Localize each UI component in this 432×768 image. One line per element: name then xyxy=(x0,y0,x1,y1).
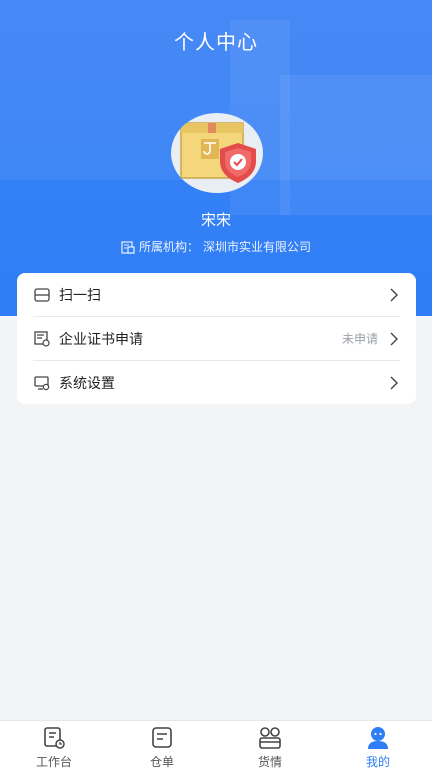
scan-card-icon xyxy=(33,286,51,304)
organization-label: 所属机构： xyxy=(138,240,199,254)
settings-monitor-icon xyxy=(33,374,51,392)
goods-status-icon xyxy=(257,725,283,751)
tab-workbench[interactable]: 工作台 xyxy=(0,721,108,768)
menu-item-scan[interactable]: 扫一扫 xyxy=(33,273,400,317)
username: 宋宋 xyxy=(200,211,231,229)
chevron-right-icon xyxy=(388,332,400,346)
avatar[interactable] xyxy=(171,113,263,193)
workbench-icon xyxy=(41,725,67,751)
page-title: 个人中心 xyxy=(174,30,258,54)
chevron-right-icon xyxy=(388,376,400,390)
profile-icon xyxy=(365,725,391,751)
header-decoration xyxy=(280,75,432,215)
menu-item-settings[interactable]: 系统设置 xyxy=(33,361,400,405)
bottom-tab-bar: 工作台 仓单 货情 我的 xyxy=(0,720,432,768)
menu-item-label: 扫一扫 xyxy=(59,287,101,304)
tab-profile[interactable]: 我的 xyxy=(324,721,432,768)
warehouse-receipt-icon xyxy=(149,725,175,751)
organization-icon xyxy=(121,240,135,254)
certificate-icon xyxy=(33,330,51,348)
menu-item-label: 企业证书申请 xyxy=(59,331,143,348)
tab-label: 工作台 xyxy=(35,755,72,768)
organization-line: 所属机构： 深圳市实业有限公司 xyxy=(0,238,432,255)
chevron-right-icon xyxy=(388,288,400,302)
tab-goods-status[interactable]: 货情 xyxy=(216,721,324,768)
certificate-status: 未申请 xyxy=(341,332,378,346)
tab-label: 我的 xyxy=(365,755,390,768)
tab-warehouse-receipt[interactable]: 仓单 xyxy=(108,721,216,768)
tab-label: 货情 xyxy=(257,755,282,768)
menu-item-certificate[interactable]: 企业证书申请 未申请 xyxy=(33,317,400,361)
organization-name: 深圳市实业有限公司 xyxy=(203,240,312,254)
tab-label: 仓单 xyxy=(149,755,174,768)
menu-item-label: 系统设置 xyxy=(59,376,115,392)
menu-card: 扫一扫 企业证书申请 未申请 系统设置 xyxy=(17,273,416,404)
